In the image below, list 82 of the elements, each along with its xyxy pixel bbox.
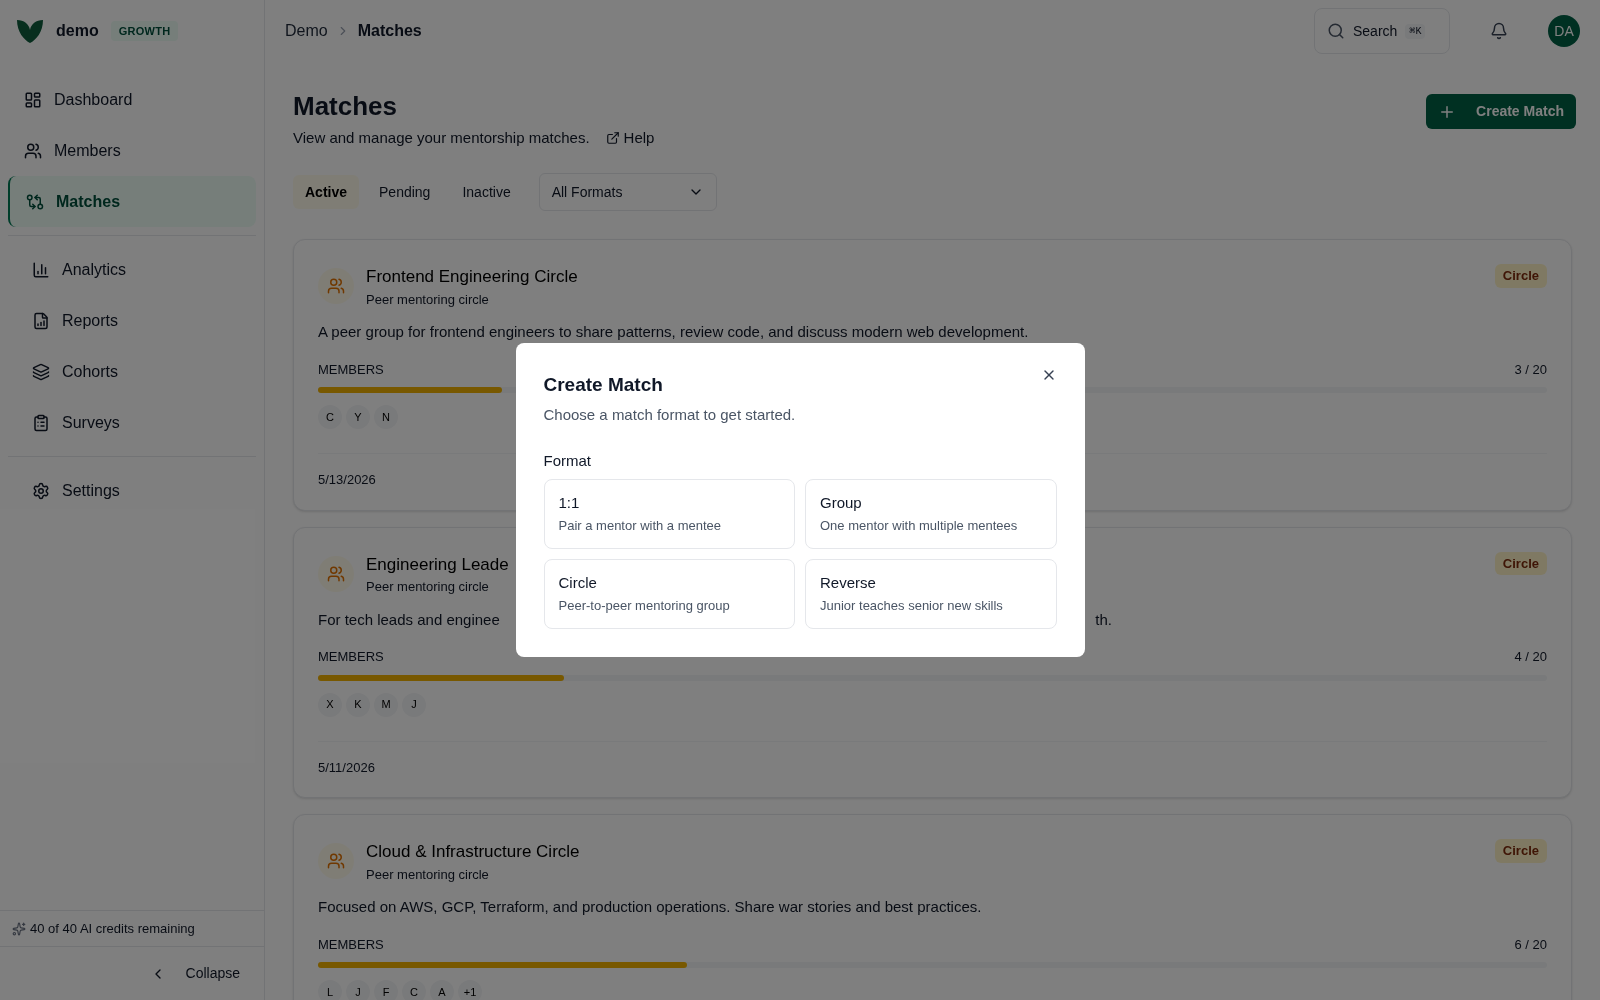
member-avatar: J [402, 692, 426, 717]
brand-name: demo [56, 21, 99, 41]
members-label: MEMBERS [318, 360, 384, 379]
report-icon [32, 311, 50, 330]
leaf-logo-icon [16, 18, 44, 44]
card-description: For tech leads and enginee [318, 609, 500, 630]
users-icon [24, 141, 42, 160]
card-subtitle: Peer mentoring circle [366, 578, 490, 596]
card-title: Cloud & Infrastructure Circle [366, 841, 580, 863]
format-badge: Circle [1494, 264, 1547, 288]
card-description-end: th. [1095, 609, 1112, 630]
member-avatar: J [346, 980, 370, 1000]
format-option[interactable]: Group One mentor with multiple mentees [805, 478, 1057, 549]
plan-badge: GROWTH [110, 20, 179, 42]
nav-item[interactable]: Cohorts [16, 346, 248, 397]
member-avatar: F [374, 980, 398, 1000]
search-icon [1327, 22, 1345, 40]
member-avatar: Y [346, 405, 370, 429]
member-avatar: C [318, 405, 342, 429]
users-icon [318, 555, 354, 592]
format-option[interactable]: 1:1 Pair a mentor with a mentee [543, 478, 795, 549]
card-subtitle: Peer mentoring circle [366, 865, 490, 884]
help-link[interactable]: Help [605, 126, 655, 149]
ai-credits-text: 40 of 40 AI credits remaining [30, 919, 195, 938]
page-title: Matches [293, 90, 399, 123]
clipboard-icon [32, 413, 50, 432]
breadcrumb-current: Matches [357, 21, 422, 41]
user-avatar[interactable]: DA [1548, 15, 1580, 47]
member-avatar: +1 [458, 980, 482, 1000]
nav-item[interactable]: Analytics [16, 244, 248, 295]
member-count: 6 / 20 [1514, 935, 1547, 954]
nav-item[interactable]: Surveys [16, 397, 248, 448]
member-count: 4 / 20 [1514, 648, 1547, 666]
breadcrumb-link[interactable]: Demo [285, 19, 328, 43]
member-avatar: A [430, 980, 454, 1000]
sparkles-icon [12, 921, 26, 936]
member-avatar: X [318, 692, 342, 717]
shortcut-key: ⌘K [1405, 23, 1426, 39]
format-option[interactable]: Reverse Junior teaches senior new skills [805, 558, 1057, 629]
dialog-title: Create Match [543, 373, 663, 398]
settings-icon [32, 481, 50, 500]
collapse-button[interactable]: Collapse [149, 963, 240, 984]
card-date: 5/11/2026 [318, 758, 376, 777]
page-subtitle: View and manage your mentorship matches. [293, 127, 590, 148]
status-tab[interactable]: Inactive [450, 175, 523, 209]
status-tab[interactable]: Active [293, 175, 360, 209]
members-label: MEMBERS [318, 648, 384, 666]
member-avatar: L [318, 980, 342, 1000]
format-badge: Circle [1494, 551, 1547, 575]
member-count: 3 / 20 [1514, 360, 1547, 379]
nav-item[interactable]: Matches [8, 176, 256, 227]
member-avatar: N [374, 405, 398, 429]
users-icon [318, 268, 354, 304]
format-label: Format [543, 451, 592, 472]
notification-bell-icon[interactable] [1490, 22, 1508, 40]
format-badge: Circle [1494, 839, 1547, 863]
dashboard-icon [24, 90, 42, 109]
card-description: Focused on AWS, GCP, Terraform, and production operations. Share war stories and best practices. [318, 897, 982, 917]
nav-item[interactable]: Dashboard [8, 74, 256, 125]
member-avatar: C [402, 980, 426, 1000]
member-avatar: M [374, 692, 398, 717]
format-dropdown[interactable]: All Formats [538, 173, 717, 211]
card-title: Engineering Leade [366, 553, 509, 576]
card-date: 5/13/2026 [318, 471, 377, 489]
members-label: MEMBERS [318, 935, 384, 954]
nav-item[interactable]: Members [8, 125, 256, 176]
nav-item[interactable]: Settings [16, 465, 248, 516]
card-title: Frontend Engineering Circle [366, 266, 578, 288]
format-option[interactable]: Circle Peer-to-peer mentoring group [543, 558, 795, 629]
users-icon [318, 843, 354, 879]
member-avatar: K [346, 692, 370, 717]
search-field[interactable]: Search ⌘K [1314, 8, 1450, 54]
create-match-button[interactable]: Create Match [1426, 94, 1576, 129]
bar-chart-icon [32, 260, 50, 279]
status-tab[interactable]: Pending [367, 175, 443, 209]
layers-icon [32, 362, 50, 381]
card-description: A peer group for frontend engineers to share patterns, review code, and discuss modern web development. [318, 322, 1029, 342]
nav-item[interactable]: Reports [16, 295, 248, 346]
external-link-icon [605, 130, 620, 145]
compare-arrows-icon [26, 192, 44, 211]
dialog-subtitle: Choose a match format to get started. [543, 404, 797, 425]
card-subtitle: Peer mentoring circle [366, 290, 490, 309]
